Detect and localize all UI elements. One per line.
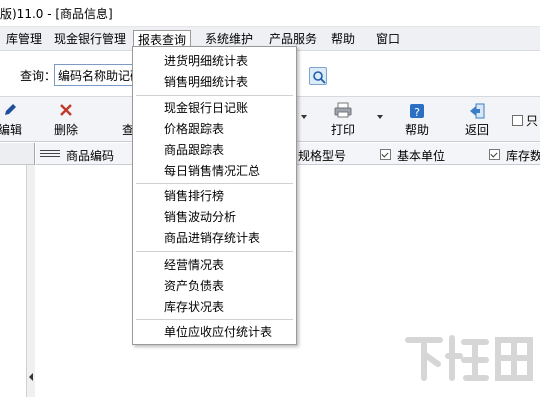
only-checkbox-label: 只	[526, 114, 539, 128]
search-button[interactable]	[309, 67, 327, 85]
left-pane-scrollbar[interactable]	[26, 165, 35, 397]
column-product-code[interactable]: 商品编码	[66, 147, 114, 164]
pencil-icon	[5, 104, 16, 115]
watermark-logo	[405, 335, 533, 381]
menu-item-product-inventory-stats[interactable]: 商品进销存统计表	[164, 230, 260, 246]
scroll-left-arrow-icon[interactable]	[29, 373, 33, 381]
column-stock-qty[interactable]: 库存数	[506, 147, 540, 164]
help-button[interactable]: ? 帮助	[395, 100, 439, 140]
left-pane-header	[0, 143, 34, 165]
printer-icon	[334, 102, 352, 118]
menu-item-balance-sheet[interactable]: 资产负债表	[164, 278, 224, 294]
delete-button[interactable]: 删除	[44, 100, 88, 140]
menu-separator	[136, 95, 293, 96]
left-pane	[0, 143, 35, 397]
menu-separator	[136, 319, 293, 320]
menu-item-sales-fluctuation[interactable]: 销售波动分析	[164, 209, 236, 225]
search-label: 查询：	[20, 69, 57, 83]
menu-separator	[136, 251, 293, 252]
menu-item-purchase-detail[interactable]: 进货明细统计表	[164, 53, 248, 69]
menu-item-sales-ranking[interactable]: 销售排行榜	[164, 188, 224, 204]
print-dropdown-arrow-icon[interactable]	[377, 115, 383, 119]
edit-label: 编辑	[0, 123, 22, 137]
back-label: 返回	[464, 123, 489, 137]
help-label: 帮助	[404, 123, 429, 137]
menu-item-cash-bank-journal[interactable]: 现金银行日记账	[164, 100, 248, 116]
menu-window[interactable]: 窗口	[372, 30, 404, 49]
only-checkbox[interactable]	[512, 115, 523, 126]
delete-x-icon	[60, 104, 72, 116]
menu-item-business-status[interactable]: 经营情况表	[164, 257, 224, 273]
back-button[interactable]: 返回	[455, 100, 499, 140]
menu-item-stock-status[interactable]: 库存状况表	[164, 299, 224, 315]
menu-help[interactable]: 帮助	[327, 30, 359, 49]
title-bar: 版)11.0 - [商品信息]	[0, 0, 540, 27]
column-spec-model[interactable]: 规格型号	[298, 147, 346, 164]
delete-label: 删除	[53, 123, 78, 137]
column-stock-checkbox[interactable]	[489, 149, 500, 160]
report-menu-dropdown: 进货明细统计表 销售明细统计表 现金银行日记账 价格跟踪表 商品跟踪表 每日销售…	[132, 46, 297, 345]
print-button[interactable]: 打印	[321, 100, 365, 140]
menu-item-daily-sales-summary[interactable]: 每日销售情况汇总	[164, 163, 260, 179]
svg-text:?: ?	[414, 106, 420, 119]
column-menu-icon[interactable]	[40, 150, 60, 158]
menu-item-receivable-payable[interactable]: 单位应收应付统计表	[164, 324, 272, 340]
menu-item-product-tracking[interactable]: 商品跟踪表	[164, 142, 224, 158]
exit-door-icon	[470, 103, 485, 119]
window-title: 版)11.0 - [商品信息]	[0, 7, 113, 21]
column-unit-checkbox[interactable]	[380, 149, 391, 160]
menu-item-price-tracking[interactable]: 价格跟踪表	[164, 121, 224, 137]
search-icon	[313, 71, 326, 84]
help-book-icon: ?	[410, 104, 424, 119]
menu-cash-bank[interactable]: 现金银行管理	[50, 30, 130, 49]
print-label: 打印	[330, 123, 355, 137]
menu-inventory[interactable]: 库管理	[2, 30, 46, 49]
dropdown-arrow-icon[interactable]	[301, 115, 307, 119]
edit-button[interactable]: 编辑	[0, 100, 32, 140]
menu-item-sales-detail[interactable]: 销售明细统计表	[164, 74, 248, 90]
menu-separator	[136, 183, 293, 184]
column-base-unit[interactable]: 基本单位	[397, 147, 445, 164]
